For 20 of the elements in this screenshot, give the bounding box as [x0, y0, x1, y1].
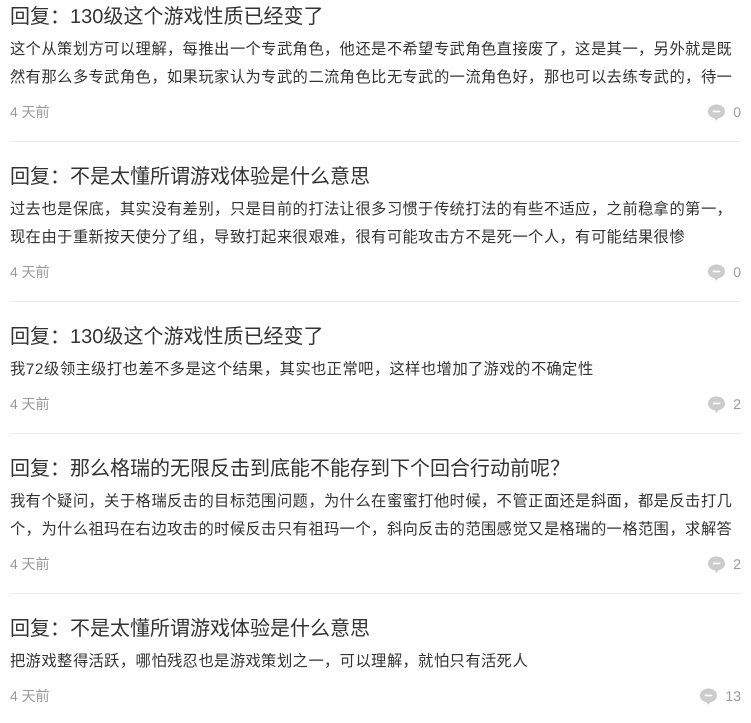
- reply-body: 我有个疑问，关于格瑞反击的目标范围问题，为什么在蜜蜜打他时候，不管正面还是斜面，都是反击打几个，为什么祖玛在右边攻击的时候反击只有祖玛一个，斜向反击的范围感觉又是格瑞的一格范围，求解答: [10, 492, 734, 540]
- speech-bubble-icon: [708, 396, 726, 412]
- speech-bubble-icon: [708, 556, 726, 572]
- timestamp: 4 天前: [10, 687, 50, 706]
- reply-body: 把游戏整得活跃，哪怕残忍也是游戏策划之一，可以理解，就怕只有活死人: [10, 652, 530, 672]
- reply-body: 过去也是保底，其实没有差别，只是目前的打法让很多习惯于传统打法的有些不适应，之前稳拿的第一，现在由于重新按天使分了组，导致打起来很艰难，很有可能攻击方不是死一个人，有可能结果很惨: [10, 200, 734, 248]
- timestamp: 4 天前: [10, 263, 50, 282]
- reply-title[interactable]: 回复：130级这个游戏性质已经变了: [10, 2, 324, 32]
- reply-body: 这个从策划方可以理解，每推出一个专武角色，他还是不希望专武角色直接废了，这是其一，另外就是既然有那么多专武角色，如果玩家认为专武的二流角色比无专武的一流角色好，那也可以去练专武的，待一: [10, 40, 734, 88]
- reply-title[interactable]: 回复：130级这个游戏性质已经变了: [10, 322, 324, 352]
- speech-bubble-icon: [700, 688, 718, 704]
- speech-bubble-icon: [708, 104, 726, 120]
- timestamp: 4 天前: [10, 103, 50, 122]
- timestamp: 4 天前: [10, 555, 50, 574]
- timestamp: 4 天前: [10, 395, 50, 414]
- reply-body: 我72级领主级打也差不多是这个结果，其实也正常吧，这样也增加了游戏的不确定性: [10, 360, 595, 380]
- speech-bubble-icon: [708, 264, 726, 280]
- reply-title[interactable]: 回复：不是太懂所谓游戏体验是什么意思: [10, 162, 370, 192]
- reply-title[interactable]: 回复：那么格瑞的无限反击到底能不能存到下个回合行动前呢？: [10, 454, 570, 484]
- reply-title[interactable]: 回复：不是太懂所谓游戏体验是什么意思: [10, 614, 370, 644]
